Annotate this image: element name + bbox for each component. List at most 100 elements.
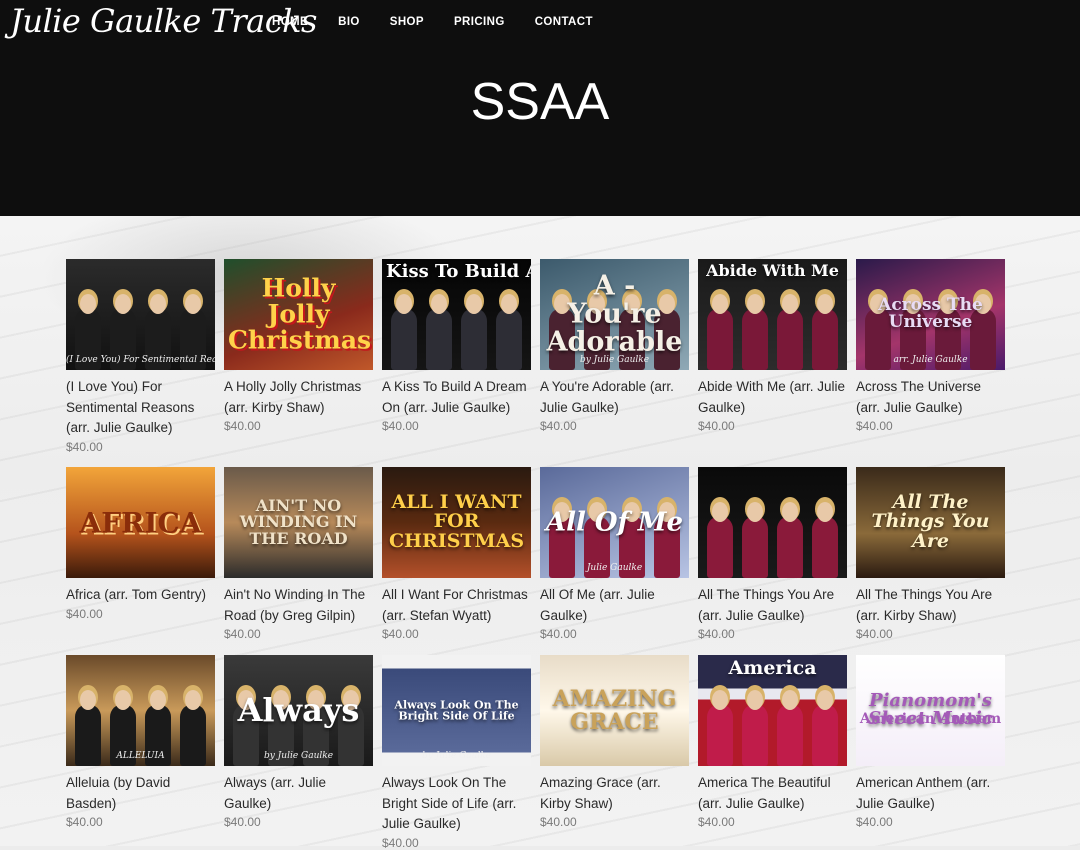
- product-card[interactable]: Holly Jolly Christmas A Holly Jolly Chris…: [224, 259, 373, 433]
- product-title[interactable]: Amazing Grace (arr. Kirby Shaw): [540, 773, 689, 814]
- product-price: $40.00: [856, 627, 893, 641]
- product-title[interactable]: American Anthem (arr. Julie Gaulke): [856, 773, 1005, 814]
- singer-figure: [812, 502, 839, 578]
- product-card[interactable]: All The Things You Are (arr. Julie Gaulk…: [698, 467, 847, 641]
- product-price: $40.00: [698, 627, 735, 641]
- product-thumbnail[interactable]: Always Look On The Bright Side Of Life by…: [382, 655, 531, 766]
- thumbnail-singers: [382, 292, 531, 370]
- main-nav: HOME BIO SHOP PRICING CONTACT: [272, 16, 623, 28]
- product-thumbnail[interactable]: ALL I WANT FOR CHRISTMAS: [382, 467, 531, 578]
- product-title[interactable]: Across The Universe (arr. Julie Gaulke): [856, 377, 1005, 418]
- product-price: $40.00: [66, 606, 103, 621]
- singer-figure: [390, 294, 417, 370]
- product-price: $40.00: [856, 419, 893, 433]
- product-card[interactable]: All The Things You Are All The Things You…: [856, 467, 1005, 641]
- product-thumbnail[interactable]: Abide With Me: [698, 259, 847, 370]
- site-logo[interactable]: Julie Gaulke Tracks: [10, 2, 317, 40]
- product-card[interactable]: AFRICA Africa (arr. Tom Gentry) $40.00: [66, 467, 215, 621]
- product-title[interactable]: A Holly Jolly Christmas (arr. Kirby Shaw…: [224, 377, 373, 418]
- product-card[interactable]: AMAZING GRACE Amazing Grace (arr. Kirby S…: [540, 655, 689, 829]
- product-title[interactable]: All The Things You Are (arr. Julie Gaulk…: [698, 585, 847, 626]
- top-navigation-bar: Julie Gaulke Tracks HOME BIO SHOP PRICIN…: [0, 0, 1080, 44]
- product-price: $40.00: [540, 419, 577, 433]
- product-price: $40.00: [382, 627, 419, 641]
- product-card[interactable]: Across The Universe arr. Julie Gaulke Acro…: [856, 259, 1005, 433]
- nav-home[interactable]: HOME: [272, 16, 308, 28]
- thumbnail-caption: by Julie Gaulke: [579, 355, 650, 365]
- product-title[interactable]: Always Look On The Bright Side of Life (…: [382, 773, 531, 835]
- product-price: $40.00: [224, 627, 261, 641]
- product-title[interactable]: A Kiss To Build A Dream On (arr. Julie G…: [382, 377, 531, 418]
- product-thumbnail[interactable]: Always by Julie Gaulke: [224, 655, 373, 766]
- singer-figure: [496, 294, 523, 370]
- product-title[interactable]: All Of Me (arr. Julie Gaulke): [540, 585, 689, 626]
- thumbnail-title-text: Across The Universe: [878, 294, 983, 333]
- product-card[interactable]: (I Love You) For Sentimental Reasons (I L…: [66, 259, 215, 454]
- thumbnail-title-text: Kiss To Build A Dream: [386, 261, 531, 282]
- thumbnail-caption: Julie Gaulke: [586, 563, 643, 573]
- singer-figure: [741, 690, 768, 766]
- product-price: $40.00: [540, 815, 577, 829]
- product-title[interactable]: Always (arr. Julie Gaulke): [224, 773, 373, 814]
- product-price: $40.00: [698, 815, 735, 829]
- product-thumbnail[interactable]: ALLELUIA: [66, 655, 215, 766]
- thumbnail-title-text: AFRICA: [79, 505, 202, 539]
- thumbnail-title-text: AIN'T NO WINDING IN THE ROAD: [239, 495, 358, 548]
- product-title[interactable]: (I Love You) For Sentimental Reasons (ar…: [66, 377, 215, 439]
- thumbnail-caption: by Julie Gaulke: [263, 751, 334, 761]
- singer-figure: [461, 294, 488, 370]
- thumbnail-title-text: ALL I WANT FOR CHRISTMAS: [388, 490, 525, 553]
- product-title[interactable]: Alleluia (by David Basden): [66, 773, 215, 814]
- thumbnail-singers: [698, 500, 847, 578]
- product-card[interactable]: Always by Julie Gaulke Always (arr. Julie …: [224, 655, 373, 829]
- product-title[interactable]: Africa (arr. Tom Gentry): [66, 585, 215, 606]
- product-thumbnail[interactable]: America: [698, 655, 847, 766]
- product-price: $40.00: [382, 419, 419, 433]
- product-title[interactable]: Ain't No Winding In The Road (by Greg Gi…: [224, 585, 373, 626]
- product-price: $40.00: [66, 439, 103, 454]
- thumbnail-title-text: A - You're Adorable: [546, 269, 683, 358]
- product-thumbnail[interactable]: AFRICA: [66, 467, 215, 578]
- product-thumbnail[interactable]: A - You're Adorable by Julie Gaulke: [540, 259, 689, 370]
- product-thumbnail[interactable]: All The Things You Are: [856, 467, 1005, 578]
- product-title[interactable]: All I Want For Christmas (arr. Stefan Wy…: [382, 585, 531, 626]
- singer-figure: [425, 294, 452, 370]
- singer-figure: [706, 502, 733, 578]
- thumbnail-singers: [698, 688, 847, 766]
- product-price: $40.00: [66, 815, 103, 829]
- nav-bio[interactable]: BIO: [338, 16, 360, 28]
- product-thumbnail[interactable]: All Of Me Julie Gaulke: [540, 467, 689, 578]
- product-card[interactable]: A - You're Adorable by Julie Gaulke A You'…: [540, 259, 689, 433]
- product-thumbnail[interactable]: Holly Jolly Christmas: [224, 259, 373, 370]
- product-card[interactable]: ALL I WANT FOR CHRISTMAS All I Want For C…: [382, 467, 531, 641]
- product-price: $40.00: [224, 815, 261, 829]
- product-title[interactable]: Abide With Me (arr. Julie Gaulke): [698, 377, 847, 418]
- product-title[interactable]: America The Beautiful (arr. Julie Gaulke…: [698, 773, 847, 814]
- thumbnail-caption: (I Love You) For Sentimental Reasons: [66, 355, 215, 365]
- nav-shop[interactable]: SHOP: [390, 16, 424, 28]
- product-title[interactable]: All The Things You Are (arr. Kirby Shaw): [856, 585, 1005, 626]
- thumbnail-caption: ALLELUIA: [116, 751, 165, 761]
- product-card[interactable]: Pianomom's Sheet Music American Anthem Ame…: [856, 655, 1005, 829]
- product-thumbnail[interactable]: (I Love You) For Sentimental Reasons: [66, 259, 215, 370]
- product-thumbnail[interactable]: AIN'T NO WINDING IN THE ROAD: [224, 467, 373, 578]
- product-thumbnail[interactable]: Pianomom's Sheet Music American Anthem: [856, 655, 1005, 766]
- product-card[interactable]: Kiss To Build A Dream A Kiss To Build A D…: [382, 259, 531, 433]
- product-title[interactable]: A You're Adorable (arr. Julie Gaulke): [540, 377, 689, 418]
- product-thumbnail[interactable]: AMAZING GRACE: [540, 655, 689, 766]
- singer-figure: [812, 294, 839, 370]
- product-thumbnail[interactable]: Kiss To Build A Dream: [382, 259, 531, 370]
- thumbnail-title-text: Always: [237, 690, 360, 729]
- product-card[interactable]: Always Look On The Bright Side Of Life by…: [382, 655, 531, 850]
- product-card[interactable]: All Of Me Julie Gaulke All Of Me (arr. Jul…: [540, 467, 689, 641]
- nav-contact[interactable]: CONTACT: [535, 16, 593, 28]
- singer-figure: [706, 690, 733, 766]
- product-card[interactable]: AIN'T NO WINDING IN THE ROAD Ain't No Win…: [224, 467, 373, 641]
- product-thumbnail[interactable]: Across The Universe arr. Julie Gaulke: [856, 259, 1005, 370]
- product-thumbnail[interactable]: [698, 467, 847, 578]
- product-price: $40.00: [856, 815, 893, 829]
- product-card[interactable]: ALLELUIA Alleluia (by David Basden) $40.00: [66, 655, 215, 829]
- product-card[interactable]: Abide With Me Abide With Me (arr. Julie G…: [698, 259, 847, 433]
- nav-pricing[interactable]: PRICING: [454, 16, 505, 28]
- product-card[interactable]: America America The Beautiful (arr. Julie…: [698, 655, 847, 829]
